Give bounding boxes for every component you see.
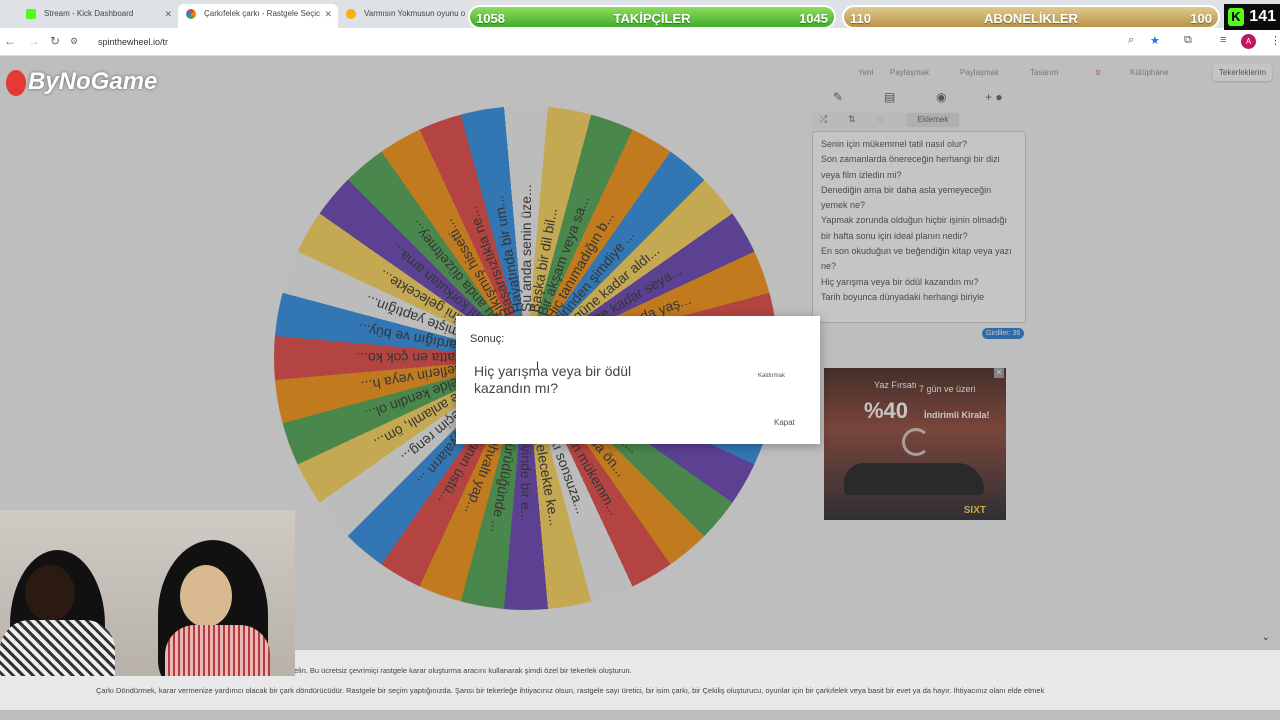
- webcam-feed: [0, 510, 295, 676]
- site-info-icon[interactable]: ⚙: [70, 36, 78, 47]
- footer-line-2: Çarkı Döndürmek, karar vermenize yardımc…: [96, 686, 1045, 695]
- streamer-right-shirt: [165, 625, 270, 676]
- tab-label: Stream - Kick Dashboard: [44, 9, 134, 18]
- text-cursor-icon: I: [536, 360, 540, 372]
- tab-label: Çarkıfelek çarkı - Rastgele Seçic: [204, 9, 321, 18]
- ad-percent: %40: [864, 398, 909, 423]
- subscribers-label: ABONELİKLER: [984, 11, 1078, 26]
- advertisement[interactable]: ✕ Yaz Fırsatı 7 gün ve üzeri %40 İndirim…: [824, 368, 1006, 520]
- shuffle-icon[interactable]: ⤮: [820, 114, 827, 125]
- ad-days: 7 gün ve üzeri: [919, 384, 976, 394]
- bookmark-star-icon[interactable]: ★: [1150, 34, 1160, 47]
- viewer-count: 141: [1249, 8, 1276, 25]
- kick-logo-icon: K: [1228, 8, 1244, 26]
- ad-discount: İndirimli Kirala!: [924, 410, 990, 420]
- add-entry-button[interactable]: Eklemek: [907, 113, 959, 127]
- close-tab-icon[interactable]: ✕: [324, 4, 332, 24]
- toolbar-new[interactable]: Yeni: [858, 68, 873, 77]
- toolbar-language[interactable]: tr: [1096, 68, 1101, 77]
- toolbar-design[interactable]: Tasarım: [1030, 68, 1058, 77]
- dialog-title: Sonuç:: [470, 333, 505, 345]
- result-dialog: Sonuç: Hiç yarışma veya bir ödül kazandı…: [456, 316, 820, 444]
- close-button[interactable]: Kapat: [774, 418, 795, 427]
- ad-top-line: Yaz Fırsatı: [874, 380, 917, 390]
- footer-line-1: telin. Bu ücretsiz çevrimiçi rastgele ka…: [292, 666, 632, 675]
- extensions-icon[interactable]: ⧉: [1184, 34, 1192, 47]
- ad-close-icon[interactable]: ✕: [994, 368, 1004, 378]
- viewer-count-badge: K 141: [1224, 4, 1280, 30]
- image-icon[interactable]: ◌: [878, 114, 883, 124]
- followers-goal-bar: 1058 TAKİPÇİLER 1045: [468, 5, 836, 29]
- zoom-icon[interactable]: ⌕: [1128, 34, 1134, 47]
- scroll-down-chevron-icon[interactable]: ⌄: [1262, 632, 1270, 643]
- back-icon[interactable]: ←: [4, 34, 16, 48]
- media-icon[interactable]: ≡: [1220, 34, 1226, 46]
- subscribers-goal: 100: [1190, 11, 1212, 26]
- tab-spin-the-wheel[interactable]: Çarkıfelek çarkı - Rastgele Seçic ✕: [178, 4, 338, 28]
- tab-kick-dashboard[interactable]: Stream - Kick Dashboard ✕: [18, 4, 178, 28]
- subscribers-goal-bar: 110 ABONELİKLER 100: [842, 5, 1220, 29]
- streamer-right-head: [180, 565, 232, 627]
- url-input[interactable]: spinthewheel.io/tr: [98, 33, 168, 51]
- forward-icon[interactable]: →: [28, 34, 40, 48]
- game-favicon-icon: [346, 9, 356, 19]
- followers-label: TAKİPÇİLER: [613, 11, 691, 26]
- reload-icon[interactable]: ↻: [50, 34, 60, 48]
- remove-button[interactable]: Kaldırmak: [758, 373, 785, 379]
- brand-logo: ByNoGame: [6, 68, 157, 96]
- brand-mark-icon: [6, 69, 26, 96]
- results-clipboard-icon[interactable]: ▤: [884, 90, 895, 104]
- edit-pencil-icon[interactable]: ✎: [833, 90, 843, 104]
- hide-eye-icon[interactable]: ◉: [936, 90, 946, 104]
- add-color-icon[interactable]: + ●: [985, 90, 1003, 104]
- toolbar-share-2[interactable]: Paylaşmak: [960, 68, 999, 77]
- address-bar: ← → ↻ ⚙ spinthewheel.io/tr ⌕ ★ ⧉ ≡ A ⋮: [0, 28, 1280, 56]
- streamer-left-head: [25, 565, 75, 621]
- streamer-left-shirt: [0, 620, 115, 676]
- entries-textarea[interactable]: Senin için mükemmel tatil nasıl olur? So…: [812, 131, 1026, 323]
- close-tab-icon[interactable]: ✕: [164, 4, 172, 24]
- ad-car-image: [844, 463, 984, 495]
- my-wheels-button[interactable]: Tekerleklerim: [1212, 64, 1272, 81]
- kick-favicon-icon: [26, 9, 36, 19]
- tab-varmisin[interactable]: Varmısın Yokmusun oyunu o: [338, 4, 468, 28]
- wheel-favicon-icon: [186, 9, 196, 19]
- entries-count-badge: Girdiler: 36: [982, 328, 1025, 339]
- menu-icon[interactable]: ⋮: [1270, 34, 1280, 47]
- profile-avatar[interactable]: A: [1241, 34, 1256, 49]
- ad-brand-logo: SIXT: [963, 505, 986, 516]
- ad-replay-icon[interactable]: [902, 428, 930, 456]
- dialog-result-text: Hiç yarışma veya bir ödül kazandın mı?: [474, 363, 632, 396]
- followers-goal: 1045: [799, 11, 828, 26]
- toolbar-share[interactable]: Paylaşmak: [890, 68, 929, 77]
- toolbar-library[interactable]: Kütüphane: [1130, 68, 1169, 77]
- sort-icon[interactable]: ⇅: [848, 114, 856, 125]
- entries-toolbar: ⤮ ⇅ ◌ Eklemek: [812, 111, 960, 129]
- tab-label: Varmısın Yokmusun oyunu o: [364, 9, 466, 18]
